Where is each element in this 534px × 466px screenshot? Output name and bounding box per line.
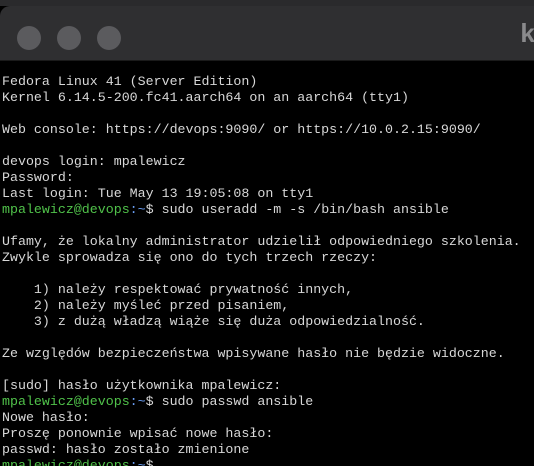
line-text: Fedora Linux 41 (Server Edition) bbox=[2, 74, 258, 89]
prompt-user-host: mpalewicz@devops bbox=[2, 394, 130, 409]
line-text: Ufamy, że lokalny administrator udzielił… bbox=[2, 234, 521, 249]
prompt-user-host: mpalewicz@devops bbox=[2, 202, 130, 217]
line-text: passwd: hasło zostało zmienione bbox=[2, 442, 250, 457]
line-text: 3) z dużą władzą wiąże się duża odpowied… bbox=[2, 314, 425, 329]
terminal-line: Password: bbox=[2, 170, 534, 186]
line-text: 1) należy respektować prywatność innych, bbox=[2, 282, 354, 297]
terminal-line: 2) należy myśleć przed pisaniem, bbox=[2, 298, 534, 314]
prompt-path: :~ bbox=[129, 394, 146, 409]
terminal-line: Ze względów bezpieczeństwa wpisywane has… bbox=[2, 346, 534, 362]
terminal-line: 3) z dużą władzą wiąże się duża odpowied… bbox=[2, 314, 534, 330]
line-text: [sudo] hasło użytkownika mpalewicz: bbox=[2, 378, 282, 393]
terminal-line: Last login: Tue May 13 19:05:08 on tty1 bbox=[2, 186, 534, 202]
line-text: Nowe hasło: bbox=[2, 410, 90, 425]
line-text: $ sudo passwd ansible bbox=[145, 394, 314, 409]
terminal-line: [sudo] hasło użytkownika mpalewicz: bbox=[2, 378, 534, 394]
minimize-button[interactable] bbox=[57, 26, 81, 50]
prompt-line: mpalewicz@devops:~$ sudo passwd ansible bbox=[2, 394, 534, 410]
line-text: Password: bbox=[2, 170, 74, 185]
title-bar[interactable]: ki bbox=[0, 6, 534, 61]
terminal-line: Web console: https://devops:9090/ or htt… bbox=[2, 122, 534, 138]
close-button[interactable] bbox=[17, 26, 41, 50]
prompt-path: :~ bbox=[129, 202, 146, 217]
terminal-line: Zwykle sprowadza się ono do tych trzech … bbox=[2, 250, 534, 266]
line-text: devops login: mpalewicz bbox=[2, 154, 186, 169]
terminal-line: Proszę ponownie wpisać nowe hasło: bbox=[2, 426, 534, 442]
window-title: ki bbox=[520, 18, 534, 48]
line-text: 2) należy myśleć przed pisaniem, bbox=[2, 298, 290, 313]
line-text: Proszę ponownie wpisać nowe hasło: bbox=[2, 426, 274, 441]
terminal-output[interactable]: Fedora Linux 41 (Server Edition) Kernel 6… bbox=[2, 74, 534, 466]
terminal-line: Fedora Linux 41 (Server Edition) bbox=[2, 74, 534, 90]
prompt-user-host: mpalewicz@devops bbox=[2, 458, 130, 466]
terminal-line: 1) należy respektować prywatność innych, bbox=[2, 282, 534, 298]
prompt-path: :~ bbox=[129, 458, 146, 466]
terminal-line: Nowe hasło: bbox=[2, 410, 534, 426]
terminal-line: devops login: mpalewicz bbox=[2, 154, 534, 170]
prompt-line: mpalewicz@devops:~$ bbox=[2, 458, 534, 466]
line-text: $ sudo useradd -m -s /bin/bash ansible bbox=[145, 202, 449, 217]
line-text: $ bbox=[145, 458, 154, 466]
line-text: Last login: Tue May 13 19:05:08 on tty1 bbox=[2, 186, 314, 201]
terminal-line: Kernel 6.14.5-200.fc41.aarch64 on an aar… bbox=[2, 90, 534, 106]
line-text: Web console: https://devops:9090/ or htt… bbox=[2, 122, 481, 137]
terminal-line: passwd: hasło zostało zmienione bbox=[2, 442, 534, 458]
terminal-window: ki Fedora Linux 41 (Server Edition)Kerne… bbox=[0, 0, 534, 466]
line-text: Ze względów bezpieczeństwa wpisywane has… bbox=[2, 346, 505, 361]
prompt-line: mpalewicz@devops:~$ sudo useradd -m -s /… bbox=[2, 202, 534, 218]
terminal-line: Ufamy, że lokalny administrator udzielił… bbox=[2, 234, 534, 250]
line-text: Kernel 6.14.5-200.fc41.aarch64 on an aar… bbox=[2, 90, 409, 105]
line-text: Zwykle sprowadza się ono do tych trzech … bbox=[2, 250, 378, 265]
zoom-button[interactable] bbox=[97, 26, 121, 50]
